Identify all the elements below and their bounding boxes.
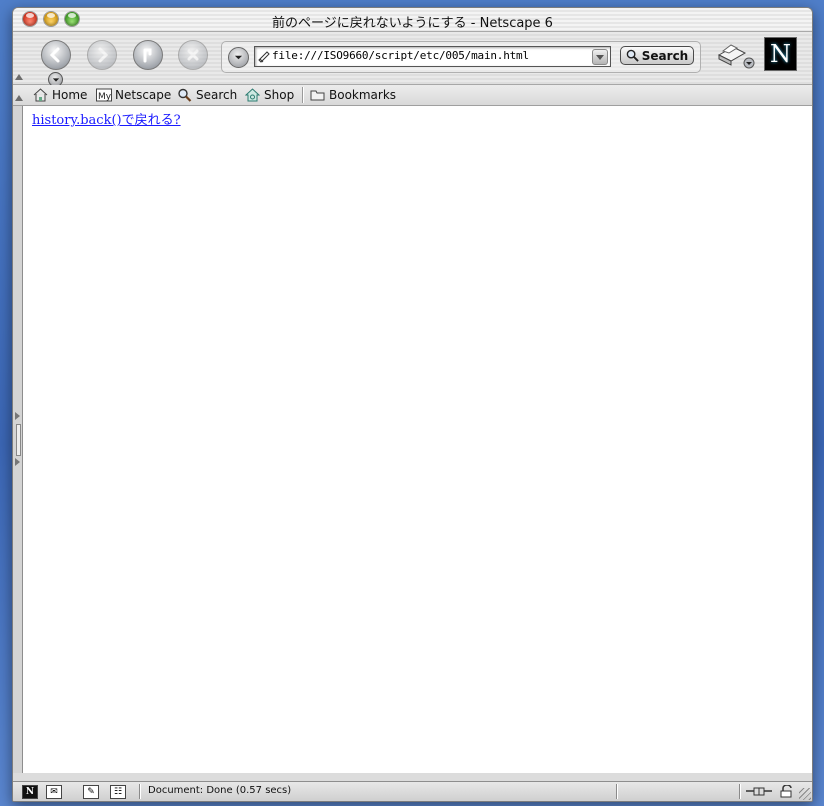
bookmarks-menu-button[interactable]: Bookmarks: [310, 87, 396, 103]
personal-item-home[interactable]: Home: [33, 87, 87, 103]
navigator-component-icon[interactable]: N: [22, 785, 38, 799]
status-text: Document: Done (0.57 secs): [148, 785, 292, 796]
reload-button[interactable]: [133, 40, 163, 70]
status-divider: [739, 784, 740, 799]
back-arrow-icon: [49, 47, 60, 63]
page-content: history.back()で戻れる?: [23, 106, 812, 773]
home-label: Home: [52, 88, 88, 102]
printer-icon: [717, 44, 755, 69]
url-history-button[interactable]: [228, 47, 249, 68]
address-book-icon[interactable]: ☷: [110, 785, 126, 799]
personal-item-search[interactable]: Search: [177, 87, 237, 103]
status-divider: [139, 784, 140, 799]
mail-icon[interactable]: ✉: [46, 785, 62, 799]
url-dropdown-button[interactable]: [592, 49, 608, 65]
toolbar-divider: [302, 87, 303, 103]
navigation-toolbar: file:///ISO9660/script/etc/005/main.html…: [13, 32, 812, 87]
sidebar-grip[interactable]: [13, 106, 23, 773]
personal-toolbar-grip[interactable]: [15, 95, 23, 101]
forward-button[interactable]: [87, 40, 117, 70]
stop-button[interactable]: [178, 40, 208, 70]
print-button[interactable]: [715, 41, 757, 71]
online-plug-icon[interactable]: [746, 786, 772, 797]
search-button-label: Search: [641, 48, 689, 63]
url-input[interactable]: file:///ISO9660/script/etc/005/main.html: [254, 46, 611, 67]
chevron-down-icon: [52, 77, 59, 82]
security-lock-icon[interactable]: [780, 785, 794, 798]
sidebar-open-arrow-icon: [15, 458, 20, 466]
home-icon: [33, 88, 48, 102]
netscape-logo-icon: N: [770, 40, 791, 68]
reload-icon: [143, 48, 152, 63]
status-bar: N ✉ ✎ ☷ Document: Done (0.57 secs): [13, 781, 812, 801]
title-bar[interactable]: 前のページに戻れないようにする - Netscape 6: [13, 8, 812, 32]
back-button[interactable]: [41, 40, 71, 70]
personal-item-netscape[interactable]: My Netscape: [96, 87, 171, 103]
bookmarks-label: Bookmarks: [329, 88, 397, 102]
netscape-label: Netscape: [115, 88, 172, 102]
folder-icon: [310, 88, 325, 102]
netscape-throbber[interactable]: N: [764, 37, 797, 71]
toolbar-collapse-grip[interactable]: [15, 74, 23, 80]
status-divider: [616, 784, 617, 799]
browser-window: 前のページに戻れないようにする - Netscape 6 file:///ISO…: [12, 7, 813, 802]
magnifier-icon: [626, 49, 639, 62]
magnifier-icon: [177, 88, 192, 102]
stop-icon: [187, 49, 199, 61]
composer-icon[interactable]: ✎: [83, 785, 99, 799]
window-title: 前のページに戻れないようにする - Netscape 6: [272, 16, 553, 31]
history-back-link[interactable]: history.back()で戻れる?: [32, 109, 181, 128]
search-button[interactable]: Search: [620, 46, 694, 65]
svg-text:My: My: [98, 92, 112, 102]
resize-grip[interactable]: [799, 788, 811, 800]
sidebar-splitter-handle[interactable]: [16, 424, 21, 456]
shop-label: Shop: [264, 88, 295, 102]
shop-icon: [244, 88, 261, 102]
url-bar-group: file:///ISO9660/script/etc/005/main.html…: [221, 41, 701, 73]
page-proxy-icon: [258, 51, 270, 63]
search-label: Search: [196, 88, 238, 102]
forward-arrow-icon: [98, 47, 109, 63]
sidebar-open-arrow-icon: [15, 412, 20, 420]
url-text: file:///ISO9660/script/etc/005/main.html: [272, 49, 529, 62]
personal-toolbar: Home My Netscape Search Shop Bookmarks: [13, 85, 812, 106]
personal-item-shop[interactable]: Shop: [244, 87, 295, 103]
chevron-down-icon: [234, 55, 243, 60]
my-netscape-icon: My: [96, 88, 112, 102]
